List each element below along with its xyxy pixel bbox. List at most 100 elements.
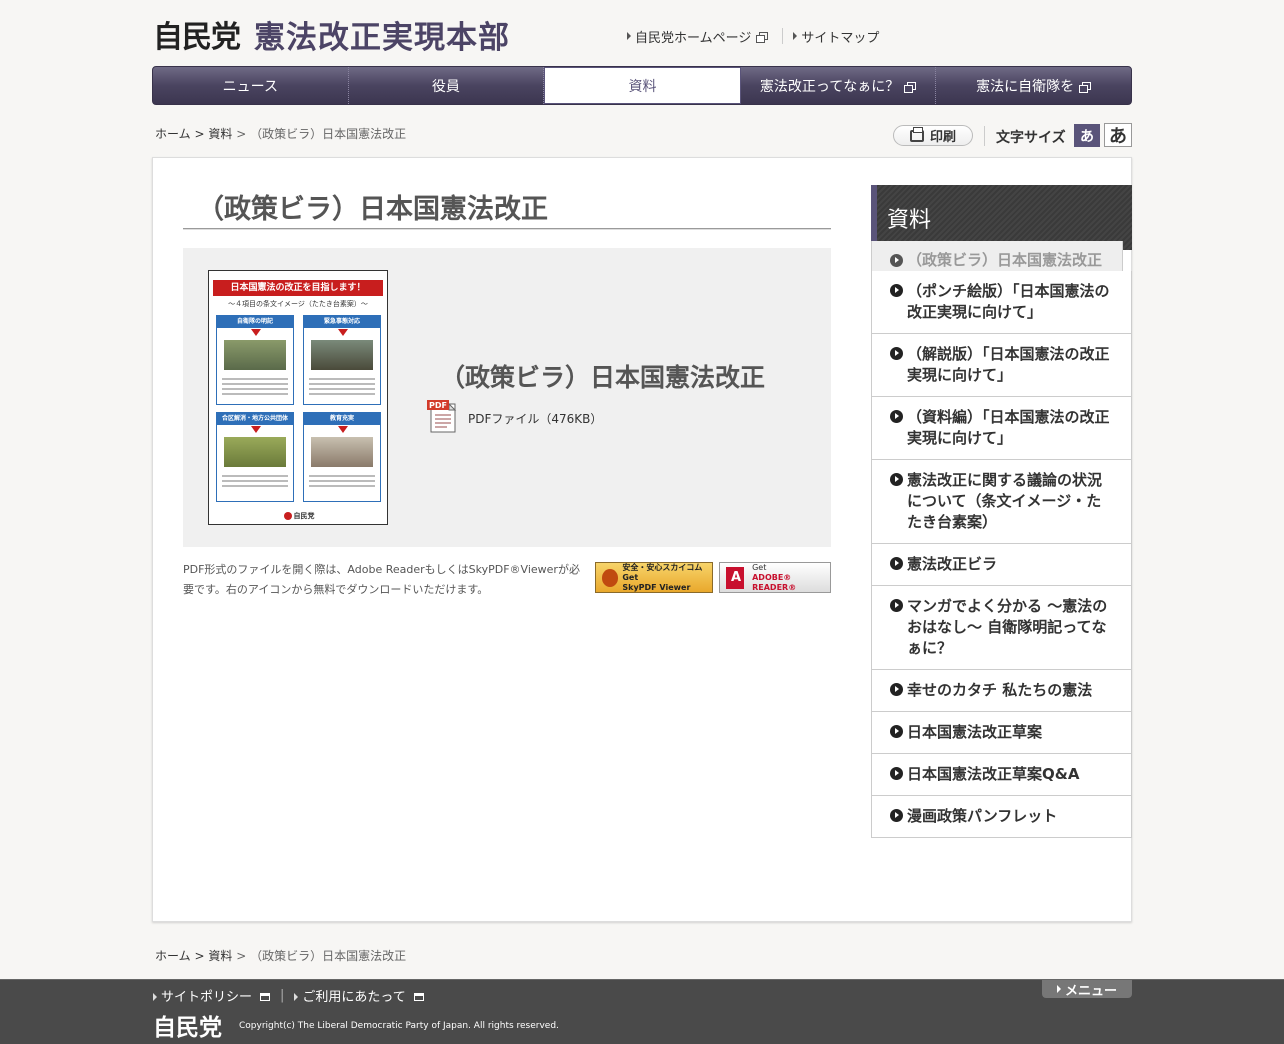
get-adobe-reader-button[interactable]: GetADOBE® READER® (719, 562, 831, 593)
adobe-line1: Get (752, 562, 767, 572)
tab-label: ニュース (222, 78, 278, 95)
arrow-icon (793, 32, 798, 40)
sidebar-item-manga-pamphlet[interactable]: 漫画政策パンフレット (871, 796, 1132, 838)
breadcrumb-sep: > (194, 949, 205, 963)
circle-arrow-icon (890, 347, 903, 360)
title-underline (183, 228, 831, 230)
party-logo: 自民党 (153, 20, 241, 55)
circle-arrow-icon (890, 410, 903, 423)
circle-arrow-icon (890, 557, 903, 570)
terms-of-use-link[interactable]: ご利用にあたって (294, 986, 424, 1005)
circle-arrow-icon (890, 599, 903, 612)
print-label: 印刷 (929, 130, 956, 145)
sidebar-item-label: マンガでよく分かる ～憲法のおはなし～ 自衛隊明記ってなぁに？ (907, 597, 1108, 657)
flyer-photo (311, 437, 373, 467)
tab-label: 役員 (431, 78, 460, 95)
menu-label: メニュー (1064, 983, 1117, 999)
divider: | (280, 988, 285, 1003)
sitemap-label: サイトマップ (801, 30, 880, 46)
sidebar-item-label: 日本国憲法改正草案 (907, 723, 1043, 741)
sidebar-item-commentary[interactable]: （解説版）「日本国憲法の改正実現に向けて」 (871, 334, 1132, 397)
external-window-icon (904, 81, 917, 93)
window-icon (260, 993, 271, 1001)
sidebar-item-draft-qa[interactable]: 日本国憲法改正草案Q&A (871, 754, 1132, 796)
global-nav: ニュース 役員 資料 憲法改正ってなぁに？ 憲法に自衛隊を (152, 66, 1132, 105)
tab-label: 資料 (628, 78, 657, 95)
tab-officers[interactable]: 役員 (349, 67, 545, 104)
copyright: Copyright(c) The Liberal Democratic Part… (239, 1021, 559, 1031)
circle-arrow-icon (890, 725, 903, 738)
sidebar-item-label: 漫画政策パンフレット (907, 807, 1058, 825)
font-size-large-button[interactable]: あ (1104, 123, 1132, 147)
tab-news[interactable]: ニュース (153, 67, 349, 104)
external-window-icon (1079, 81, 1092, 93)
breadcrumb-sep: > (236, 127, 247, 141)
menu-button[interactable]: メニュー (1042, 980, 1132, 999)
sitemap-link[interactable]: サイトマップ (793, 27, 879, 46)
sidebar-item-label: （政策ビラ）日本国憲法改正 (907, 251, 1103, 269)
sidebar-item-illustrated[interactable]: （ポンチ絵版）「日本国憲法の改正実現に向けて」 (871, 271, 1132, 334)
site-logo[interactable]: 自民党 憲法改正実現本部 (153, 16, 510, 56)
font-size-label: 文字サイズ (996, 130, 1066, 146)
ldp-homepage-link[interactable]: 自民党ホームページ (627, 27, 769, 46)
skypdf-line1: 安全・安心スカイコム Get (622, 562, 703, 582)
terms-of-use-label: ご利用にあたって (302, 990, 406, 1005)
sidebar-item-discussion-status[interactable]: 憲法改正に関する議論の状況について（条文イメージ・たたき台素案） (871, 460, 1132, 544)
flyer-block-title: 緊急事態対応 (304, 316, 380, 328)
breadcrumb: ホーム > 資料 > （政策ビラ）日本国憲法改正 (155, 125, 406, 142)
flyer-block: 合区解消・地方公共団体 (216, 412, 294, 502)
pdf-download-link[interactable]: PDFファイル（476KB） (468, 410, 602, 427)
breadcrumb-sep: > (194, 127, 205, 141)
header-links: 自民党ホームページ サイトマップ (627, 26, 879, 46)
flyer-block-title: 自衛隊の明記 (217, 316, 293, 328)
flyer-photo (311, 340, 373, 370)
circle-arrow-icon (890, 473, 903, 486)
adobe-icon (726, 566, 745, 589)
flyer-thumbnail[interactable]: 日本国憲法の改正を目指します！ 〜４項目の条文イメージ（たたき台素案）〜 自衛隊… (208, 270, 388, 525)
sidebar-item-amendment-flyer[interactable]: 憲法改正ビラ (871, 544, 1132, 586)
breadcrumb-materials[interactable]: 資料 (208, 949, 232, 963)
breadcrumb-materials[interactable]: 資料 (208, 127, 232, 141)
down-arrow-icon (338, 426, 348, 433)
tab-what-is-amendment[interactable]: 憲法改正ってなぁに？ (741, 67, 937, 104)
print-button[interactable]: 印刷 (893, 125, 973, 146)
breadcrumb-bottom: ホーム > 資料 > （政策ビラ）日本国憲法改正 (155, 947, 406, 964)
breadcrumb-current: （政策ビラ）日本国憲法改正 (250, 127, 407, 141)
circle-arrow-icon (890, 284, 903, 297)
pdf-icon[interactable]: PDF (427, 400, 459, 433)
tab-sdf-in-constitution[interactable]: 憲法に自衛隊を (936, 67, 1131, 104)
circle-arrow-icon (890, 767, 903, 780)
sidebar-item-manga[interactable]: マンガでよく分かる ～憲法のおはなし～ 自衛隊明記ってなぁに？ (871, 586, 1132, 670)
flyer-logo: 自民党 (281, 511, 317, 521)
sidebar-item-draft[interactable]: 日本国憲法改正草案 (871, 712, 1132, 754)
sidebar-item-data-edition[interactable]: （資料編）「日本国憲法の改正実現に向けて」 (871, 397, 1132, 460)
sidebar-item-label: 日本国憲法改正草案Q&A (907, 765, 1080, 783)
font-size-small-button[interactable]: あ (1074, 124, 1100, 147)
site-policy-link[interactable]: サイトポリシー (153, 986, 271, 1005)
sidebar-item-label: 憲法改正に関する議論の状況について（条文イメージ・たたき台素案） (907, 471, 1103, 531)
arrow-icon (294, 993, 299, 1001)
circle-arrow-icon (890, 809, 903, 822)
get-skypdf-button[interactable]: 安全・安心スカイコム Get SkyPDF Viewer (595, 562, 713, 593)
ldp-homepage-label: 自民党ホームページ (635, 30, 752, 46)
svg-text:PDF: PDF (429, 401, 447, 410)
arrow-icon (1056, 985, 1061, 993)
tab-label: 憲法改正ってなぁに？ (759, 78, 900, 95)
divider (984, 126, 985, 146)
sidebar-item-label: 幸せのカタチ 私たちの憲法 (907, 681, 1093, 699)
sidebar-item-label: （ポンチ絵版）「日本国憲法の改正実現に向けて」 (907, 282, 1110, 321)
breadcrumb-home[interactable]: ホーム (155, 127, 191, 141)
breadcrumb-current: （政策ビラ）日本国憲法改正 (250, 949, 407, 963)
breadcrumb-sep: > (236, 949, 247, 963)
breadcrumb-home[interactable]: ホーム (155, 949, 191, 963)
flyer-block: 緊急事態対応 (303, 315, 381, 405)
flyer-block-title: 合区解消・地方公共団体 (217, 413, 293, 425)
footer-logo: 自民党 (153, 1015, 222, 1041)
site-policy-label: サイトポリシー (161, 990, 253, 1005)
flyer-block: 自衛隊の明記 (216, 315, 294, 405)
tab-materials[interactable]: 資料 (544, 67, 741, 104)
down-arrow-icon (251, 329, 261, 336)
flyer-headline: 日本国憲法の改正を目指します！ (213, 280, 383, 296)
sidebar-item-happiness[interactable]: 幸せのカタチ 私たちの憲法 (871, 670, 1132, 712)
divider (782, 28, 784, 44)
